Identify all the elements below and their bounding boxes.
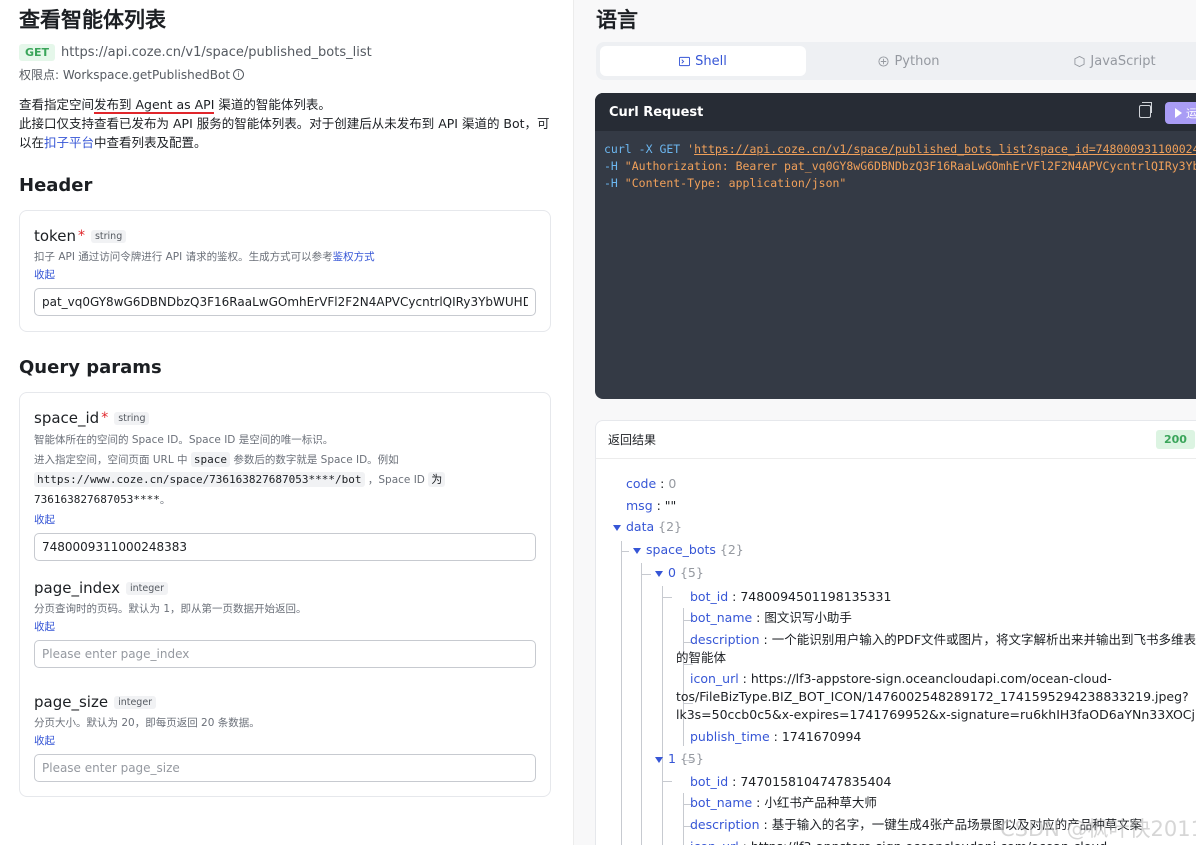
info-icon[interactable]: i bbox=[233, 69, 245, 80]
tree-node-bot-id: bot_id : 7480094501198135331 bbox=[690, 589, 892, 604]
page-index-input[interactable] bbox=[34, 640, 536, 668]
type-badge: integer bbox=[126, 581, 169, 595]
tree-node-item-0[interactable]: 0 {5} bbox=[655, 564, 704, 582]
space-id-name: space_id bbox=[34, 409, 100, 427]
curl-title: Curl Request bbox=[609, 104, 704, 120]
tree-node-msg: msg : "" bbox=[626, 498, 677, 513]
tree-node-publish-time: publish_time : 1741670994 bbox=[690, 729, 862, 744]
page-title: 查看智能体列表 bbox=[19, 8, 166, 32]
page-size-collapse-link[interactable]: 收起 bbox=[34, 733, 536, 748]
play-icon bbox=[1175, 108, 1182, 118]
header-section-title: Header bbox=[19, 175, 93, 196]
python-icon bbox=[878, 55, 890, 67]
page-size-param: page_size integer 分页大小。默认为 20，即每页返回 20 条… bbox=[34, 693, 536, 782]
chevron-down-icon[interactable] bbox=[633, 547, 641, 554]
token-name: token bbox=[34, 227, 76, 245]
tree-node-data[interactable]: data {2} bbox=[613, 518, 682, 536]
tab-javascript[interactable]: JavaScript bbox=[1012, 46, 1196, 76]
tree-node-item-1[interactable]: 1 {5} bbox=[655, 750, 704, 768]
chevron-down-icon[interactable] bbox=[613, 524, 621, 531]
tree-node-icon-url: icon_url : https://lf3-appstore-sign.oce… bbox=[690, 671, 1112, 686]
method-badge: GET bbox=[19, 44, 56, 61]
space-id-param: space_id * string 智能体所在的空间的 Space ID。Spa… bbox=[34, 409, 536, 561]
copy-icon[interactable] bbox=[1139, 102, 1152, 118]
tree-node-code: code : 0 bbox=[626, 476, 677, 491]
run-button[interactable]: 运 bbox=[1165, 102, 1196, 124]
header-card: token * string 扣子 API 通过访问令牌进行 API 请求的鉴权… bbox=[19, 210, 551, 332]
tab-python[interactable]: Python bbox=[806, 46, 1012, 76]
language-title: 语言 bbox=[596, 8, 638, 32]
curl-request-box: Curl Request 运 curl -X GET 'https://api.… bbox=[595, 93, 1196, 399]
result-box: 返回结果 200 code : 0 msg : "" data {2} spac… bbox=[595, 420, 1196, 845]
tree-node-description: description : 一个能识别用户输入的PDF文件或图片，将文字解析出来… bbox=[690, 632, 1196, 647]
language-tabs: Shell Python JavaScript bbox=[596, 42, 1196, 80]
curl-code[interactable]: curl -X GET 'https://api.coze.cn/v1/spac… bbox=[595, 131, 1196, 202]
request-panel: 查看智能体列表 GET https://api.coze.cn/v1/space… bbox=[0, 0, 573, 845]
api-description: 查看指定空间发布到 Agent as API 渠道的智能体列表。 此接口仅支持查… bbox=[19, 97, 550, 150]
status-badge: 200 bbox=[1156, 430, 1195, 449]
page-index-name: page_index bbox=[34, 579, 121, 597]
watermark: CSDN @枫叶快2011 bbox=[1000, 817, 1196, 841]
token-param: token * string 扣子 API 通过访问令牌进行 API 请求的鉴权… bbox=[34, 227, 536, 316]
page-index-collapse-link[interactable]: 收起 bbox=[34, 619, 536, 634]
page-size-input[interactable] bbox=[34, 754, 536, 782]
page-index-param: page_index integer 分页查询时的页码。默认为 1，即从第一页数… bbox=[34, 579, 536, 668]
permission: 权限点: Workspace.getPublishedBot i bbox=[19, 66, 245, 83]
result-title: 返回结果 bbox=[608, 433, 657, 447]
type-badge: string bbox=[90, 229, 127, 243]
token-collapse-link[interactable]: 收起 bbox=[34, 267, 536, 282]
auth-method-link[interactable]: 鉴权方式 bbox=[333, 251, 375, 263]
tree-node-space-bots[interactable]: space_bots {2} bbox=[633, 541, 744, 559]
tree-node-bot-id: bot_id : 7470158104747835404 bbox=[690, 774, 892, 789]
token-input[interactable] bbox=[34, 288, 536, 316]
tree-node-bot-name: bot_name : 小红书产品种草大师 bbox=[690, 795, 877, 810]
query-section-title: Query params bbox=[19, 357, 162, 378]
chevron-down-icon[interactable] bbox=[655, 570, 663, 577]
query-card: space_id * string 智能体所在的空间的 Space ID。Spa… bbox=[19, 392, 551, 797]
space-id-collapse-link[interactable]: 收起 bbox=[34, 512, 536, 527]
tree-node-bot-name: bot_name : 图文识写小助手 bbox=[690, 610, 852, 625]
endpoint-url: https://api.coze.cn/v1/space/published_b… bbox=[61, 45, 372, 60]
javascript-icon bbox=[1074, 55, 1085, 67]
code-panel: 语言 Shell Python JavaScript Curl Request … bbox=[574, 0, 1196, 845]
page-size-name: page_size bbox=[34, 693, 109, 711]
endpoint: GET https://api.coze.cn/v1/space/publish… bbox=[19, 44, 372, 61]
type-badge: string bbox=[114, 411, 150, 425]
chevron-down-icon[interactable] bbox=[655, 756, 663, 763]
tab-shell[interactable]: Shell bbox=[600, 46, 806, 76]
coze-platform-link[interactable]: 扣子平台 bbox=[44, 135, 94, 150]
terminal-icon bbox=[679, 56, 691, 66]
type-badge: integer bbox=[114, 695, 157, 709]
space-id-input[interactable] bbox=[34, 533, 536, 561]
